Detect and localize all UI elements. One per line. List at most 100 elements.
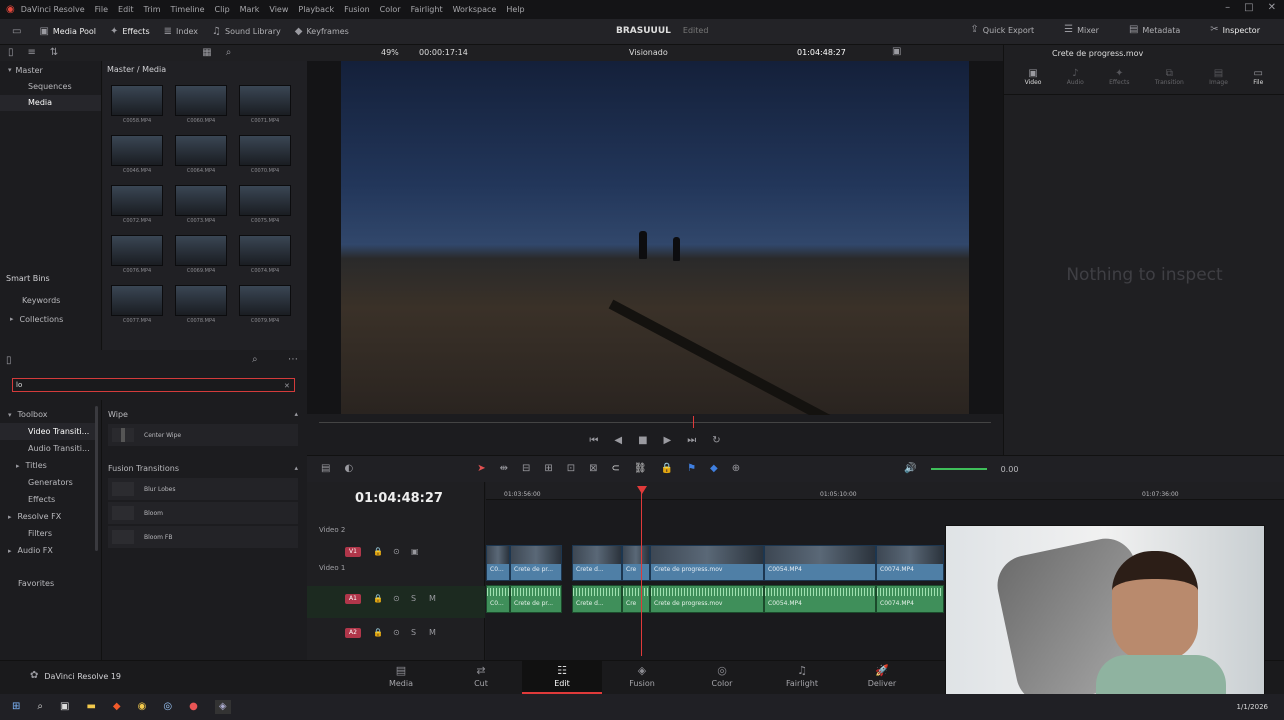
skip-to-start-icon[interactable]: ⏮: [589, 436, 598, 446]
track-enable-icon[interactable]: ⊙: [393, 594, 400, 604]
blade-tool-icon[interactable]: ⊟: [522, 464, 530, 474]
effect-bloom-fb[interactable]: Bloom FB: [108, 526, 298, 548]
clip-thumbnail[interactable]: [175, 185, 227, 216]
lock-track-icon[interactable]: 🔒: [373, 547, 383, 557]
close-icon[interactable]: ✕: [1268, 3, 1276, 13]
video-clip[interactable]: Crete de progress.mov: [650, 545, 764, 581]
select-tool-icon[interactable]: ➤: [477, 464, 485, 474]
menu-view[interactable]: View: [269, 5, 288, 14]
menu-trim[interactable]: Trim: [144, 5, 161, 14]
audio-clip[interactable]: Crete de progress.mov: [650, 585, 764, 613]
zoom-icon[interactable]: ⊕: [732, 464, 740, 474]
smart-bin-keywords[interactable]: Keywords: [22, 296, 60, 305]
track-visible-icon[interactable]: ▣: [411, 547, 419, 557]
timeline-options-icon[interactable]: ◐: [344, 464, 353, 474]
menu-file[interactable]: File: [95, 5, 108, 14]
keyframes-button[interactable]: ◆ Keyframes: [295, 26, 349, 37]
inspector-tab-file[interactable]: ▭ File: [1253, 69, 1263, 87]
sidebar-toggle-icon[interactable]: ▯: [8, 48, 14, 58]
menu-help[interactable]: Help: [506, 5, 524, 14]
category-audio-transitions[interactable]: Audio Transiti...: [0, 440, 96, 457]
video-clip[interactable]: Crete de pr...: [510, 545, 562, 581]
effect-bloom[interactable]: Bloom: [108, 502, 298, 524]
bin-master[interactable]: ▾ Master: [0, 61, 101, 79]
inspector-button[interactable]: ✂ Inspector: [1210, 25, 1260, 35]
effects-search-icon[interactable]: ⌕: [252, 355, 258, 365]
category-generators[interactable]: Generators: [0, 474, 96, 491]
media-pool-button[interactable]: ▣ Media Pool: [39, 26, 96, 37]
lock-track-icon[interactable]: 🔒: [373, 628, 383, 638]
clip-thumbnail[interactable]: [239, 85, 291, 116]
menu-edit[interactable]: Edit: [118, 5, 134, 14]
menu-fairlight[interactable]: Fairlight: [411, 5, 443, 14]
snapping-icon[interactable]: ⊂: [612, 464, 620, 474]
mute-icon[interactable]: M: [429, 594, 436, 604]
timeline-playhead[interactable]: [641, 486, 642, 656]
windows-start-icon[interactable]: ⊞: [12, 702, 20, 712]
quick-export-button[interactable]: ⇪ Quick Export: [970, 25, 1034, 35]
clip-thumbnail[interactable]: [175, 285, 227, 316]
clear-search-icon[interactable]: ✕: [284, 381, 290, 391]
inspector-tab-transition[interactable]: ⧉ Transition: [1155, 69, 1184, 87]
skip-to-end-icon[interactable]: ⏭: [687, 436, 696, 446]
bin-media[interactable]: Media: [0, 95, 101, 111]
index-button[interactable]: ≣ Index: [164, 26, 198, 37]
more-options-icon[interactable]: ⋯: [288, 355, 298, 365]
loop-icon[interactable]: ↻: [712, 436, 720, 446]
effects-button[interactable]: ✦ Effects: [110, 26, 150, 37]
menu-clip[interactable]: Clip: [215, 5, 230, 14]
link-icon[interactable]: ⛓: [634, 464, 647, 474]
clip-thumbnail[interactable]: [175, 135, 227, 166]
clip-thumbnail[interactable]: [111, 135, 163, 166]
video-clip[interactable]: Cre: [622, 545, 650, 581]
grid-view-icon[interactable]: ▦: [202, 48, 211, 58]
clip-thumbnail[interactable]: [111, 85, 163, 116]
task-view-icon[interactable]: ▣: [60, 702, 69, 712]
audio-clip[interactable]: C0074.MP4: [876, 585, 944, 613]
sort-icon[interactable]: ⇅: [50, 48, 58, 58]
category-resolve-fx[interactable]: ▸ Resolve FX: [0, 508, 96, 525]
davinci-taskbar-icon[interactable]: ◈: [214, 700, 231, 714]
bin-sequences[interactable]: Sequences: [0, 79, 101, 95]
audio-clip[interactable]: Cre: [622, 585, 650, 613]
page-color[interactable]: ◎ Color: [682, 664, 762, 688]
viewer-zoom[interactable]: 49%: [381, 48, 399, 57]
category-favorites[interactable]: Favorites: [0, 575, 96, 592]
track-enable-icon[interactable]: ⊙: [393, 628, 400, 638]
clip-thumbnail[interactable]: [239, 285, 291, 316]
display-options-icon[interactable]: ▣: [892, 47, 901, 57]
scrubber-playhead[interactable]: [693, 416, 694, 428]
audio-clip[interactable]: Crete d...: [572, 585, 622, 613]
replace-clip-icon[interactable]: ⊠: [589, 464, 597, 474]
chrome-icon[interactable]: ◉: [138, 702, 147, 712]
effect-center-wipe[interactable]: Center Wipe: [108, 424, 298, 446]
menu-app[interactable]: DaVinci Resolve: [21, 5, 85, 14]
marker-icon[interactable]: ◆: [710, 464, 718, 474]
taskbar-search-icon[interactable]: ⌕: [37, 702, 43, 712]
smart-bin-collections[interactable]: ▸ Collections: [10, 314, 63, 324]
play-reverse-icon[interactable]: ◀: [614, 436, 622, 446]
solo-icon[interactable]: S: [411, 594, 416, 604]
menu-workspace[interactable]: Workspace: [453, 5, 497, 14]
category-filters[interactable]: Filters: [0, 525, 96, 542]
clip-thumbnail[interactable]: [239, 235, 291, 266]
minimize-icon[interactable]: –: [1225, 3, 1230, 13]
video-clip[interactable]: C0...: [486, 545, 510, 581]
insert-clip-icon[interactable]: ⊞: [544, 464, 552, 474]
page-fairlight[interactable]: ♫ Fairlight: [762, 664, 842, 688]
panel-toggle-icon[interactable]: ▯: [6, 356, 12, 366]
category-effects[interactable]: Effects: [0, 491, 96, 508]
viewer-mode[interactable]: Visionado: [629, 48, 668, 57]
timeline-ruler[interactable]: 01:03:56:00 01:05:10:00 01:07:36:00: [486, 482, 1284, 500]
group-fusion-transitions[interactable]: Fusion Transitions ▴: [108, 460, 298, 476]
inspector-tab-audio[interactable]: ♪ Audio: [1067, 69, 1084, 87]
obs-icon[interactable]: ●: [189, 702, 198, 712]
mute-icon[interactable]: M: [429, 628, 436, 638]
menu-mark[interactable]: Mark: [240, 5, 260, 14]
audio-clip[interactable]: Crete de pr...: [510, 585, 562, 613]
inspector-tab-video[interactable]: ▣ Video: [1025, 69, 1042, 87]
clip-thumbnail[interactable]: [111, 235, 163, 266]
page-media[interactable]: ▤ Media: [361, 664, 441, 688]
mixer-button[interactable]: ☰ Mixer: [1064, 25, 1099, 35]
menu-timeline[interactable]: Timeline: [171, 5, 205, 14]
